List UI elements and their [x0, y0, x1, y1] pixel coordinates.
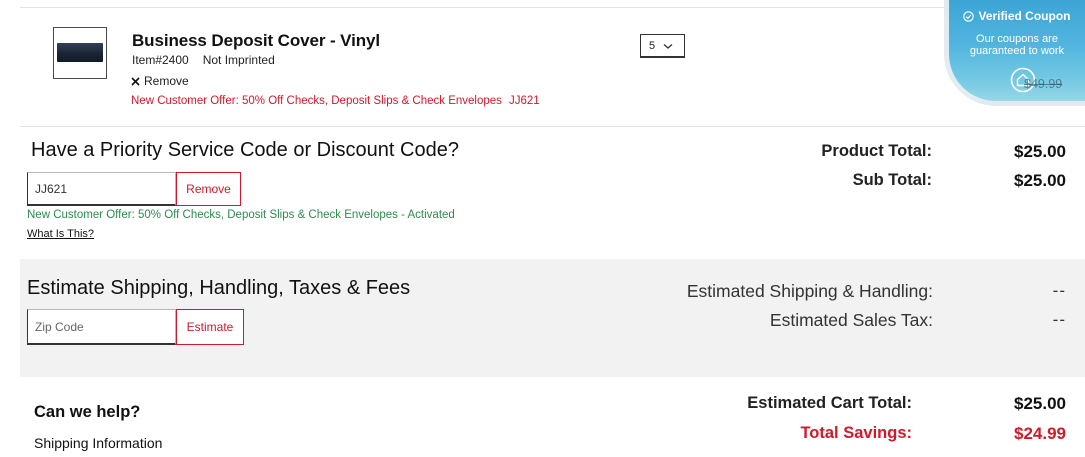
remove-label: Remove: [144, 74, 189, 88]
sales-tax-label: Estimated Sales Tax:: [769, 310, 933, 330]
remove-item-button[interactable]: Remove: [131, 74, 189, 88]
cart-total-value: $25.00: [1014, 394, 1066, 413]
quantity-select[interactable]: 5: [640, 34, 685, 58]
badge-message-line2: guaranteed to work: [969, 45, 1065, 57]
discount-code-input[interactable]: [27, 172, 176, 206]
cart-total-label: Estimated Cart Total:: [747, 394, 912, 412]
help-title: Can we help?: [34, 403, 141, 421]
item-number: Item#2400: [132, 53, 189, 67]
divider: [20, 7, 945, 8]
zip-code-input[interactable]: [27, 309, 176, 345]
cart-page: Business Deposit Cover - Vinyl Item#2400…: [0, 0, 1085, 457]
close-icon: [131, 76, 140, 86]
verified-coupon-badge[interactable]: Verified Coupon Our coupons are guarante…: [944, 0, 1085, 106]
chevron-down-icon: [663, 44, 673, 49]
sub-total-label: Sub Total:: [852, 171, 932, 189]
deposit-cover-image: [57, 43, 103, 62]
shipping-section-title: Estimate Shipping, Handling, Taxes & Fee…: [27, 277, 411, 299]
item-offer-text: New Customer Offer: 50% Off Checks, Depo…: [131, 95, 540, 107]
product-meta: Item#2400 Not Imprinted: [132, 53, 275, 67]
offer-description: New Customer Offer: 50% Off Checks, Depo…: [131, 95, 502, 107]
check-circle-icon: [963, 10, 975, 22]
product-thumbnail[interactable]: [53, 27, 107, 79]
shipping-handling-label: Estimated Shipping & Handling:: [686, 281, 933, 301]
remove-code-button[interactable]: Remove: [176, 172, 241, 206]
what-is-this-link[interactable]: What Is This?: [27, 228, 94, 240]
sales-tax-value: --: [1052, 310, 1066, 329]
product-total-label: Product Total:: [821, 142, 932, 160]
total-savings-value: $24.99: [1014, 424, 1066, 443]
estimate-button[interactable]: Estimate: [176, 309, 244, 345]
product-total-value: $25.00: [1014, 142, 1066, 161]
sub-total-value: $25.00: [1014, 171, 1066, 190]
discount-section-title: Have a Priority Service Code or Discount…: [31, 139, 459, 161]
shipping-information-link[interactable]: Shipping Information: [34, 435, 162, 451]
badge-message-line1: Our coupons are: [976, 33, 1058, 45]
imprint-status: Not Imprinted: [202, 53, 275, 67]
original-price: $49.99: [1024, 77, 1063, 91]
discount-status-message: New Customer Offer: 50% Off Checks, Depo…: [27, 209, 455, 221]
shipping-handling-value: --: [1052, 281, 1066, 300]
badge-title-row: Verified Coupon: [949, 9, 1085, 23]
estimate-label: Estimate: [186, 320, 234, 334]
divider: [20, 126, 1085, 127]
offer-code: JJ621: [508, 95, 540, 107]
remove-code-label: Remove: [186, 182, 231, 196]
quantity-value: 5: [649, 40, 656, 52]
total-savings-label: Total Savings:: [800, 424, 912, 442]
badge-title: Verified Coupon: [978, 9, 1071, 23]
product-title[interactable]: Business Deposit Cover - Vinyl: [132, 31, 380, 51]
